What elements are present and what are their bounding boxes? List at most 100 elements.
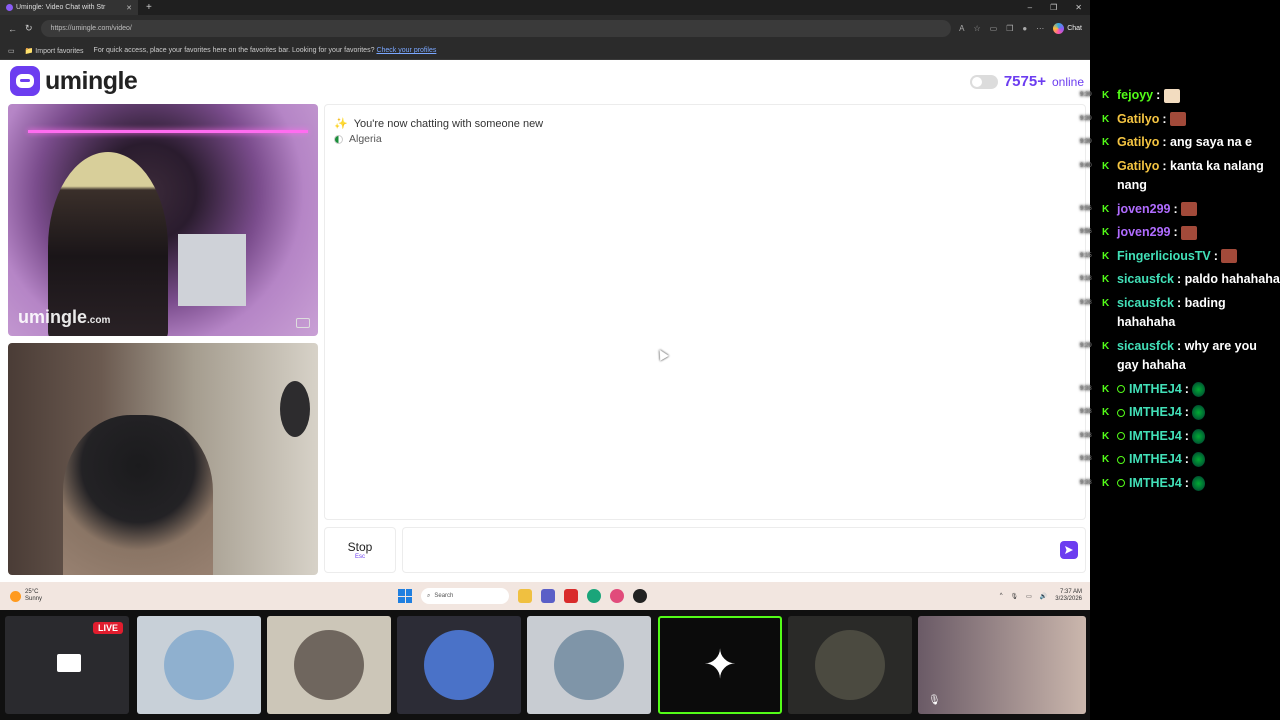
messenger-icon[interactable]	[610, 589, 624, 603]
participant-tile-7[interactable]	[788, 616, 912, 714]
screen: Umingle: Video Chat with Str ✕ + – ❐ ✕ ←…	[0, 0, 1280, 720]
self-figure	[63, 415, 213, 575]
edge-icon[interactable]	[587, 589, 601, 603]
url-text: https://umingle.com/video/	[50, 25, 132, 32]
participant-tile-5[interactable]	[527, 616, 651, 714]
volume-icon[interactable]: 🔊	[1040, 593, 1047, 600]
windows-taskbar: 25°C Sunny ⌕ Search ^ 🎙 ▭ 🔊 7:37 AM 3/23…	[0, 582, 1090, 610]
obs-icon[interactable]	[633, 589, 647, 603]
chat-message: 9:33 K IMTHEJ4:	[1080, 474, 1280, 494]
wps-office-icon[interactable]	[564, 589, 578, 603]
import-favorites-label: Import favorites	[35, 47, 84, 55]
clock[interactable]: 7:37 AM 3/23/2026	[1055, 589, 1082, 603]
mouse-cursor-icon	[655, 347, 669, 361]
url-field[interactable]: https://umingle.com/video/	[40, 20, 952, 37]
chat-timestamp: 9:18	[1080, 276, 1092, 282]
country-text: Algeria	[349, 133, 382, 145]
import-favorites-button[interactable]: 📁 Import favorites	[25, 47, 84, 55]
umingle-logo[interactable]: umingle	[10, 66, 138, 96]
chat-username[interactable]: joven299	[1117, 202, 1171, 216]
profile-icon[interactable]: ●	[1022, 24, 1027, 33]
restore-icon[interactable]: ❐	[1050, 3, 1057, 12]
window-controls: – ❐ ✕	[1028, 3, 1090, 12]
participant-tile-6[interactable]: ✦	[658, 616, 782, 714]
taskbar-apps: ⌕ Search	[398, 588, 647, 604]
read-aloud-icon[interactable]: A	[959, 24, 964, 33]
chat-username[interactable]: Gatilyo	[1117, 112, 1159, 126]
chat-username[interactable]: sicausfck	[1117, 339, 1174, 353]
chat-username[interactable]: IMTHEJ4	[1129, 405, 1182, 419]
favorite-star-icon[interactable]: ☆	[973, 24, 980, 33]
chat-message: 9:28 Ksicausfck: bading hahahaha	[1080, 294, 1280, 333]
tab-title: Umingle: Video Chat with Str	[16, 4, 106, 11]
teams-icon[interactable]	[541, 589, 555, 603]
kick-badge-icon: K	[1102, 113, 1110, 125]
windows-start-icon[interactable]	[398, 589, 412, 603]
chat-username[interactable]: IMTHEJ4	[1129, 476, 1182, 490]
emote-icon	[1170, 112, 1187, 127]
chat-timestamp: 9:15	[1080, 252, 1092, 259]
online-count: 7575+	[1003, 73, 1046, 90]
new-tab-button[interactable]: +	[146, 2, 152, 13]
chat-username[interactable]: sicausfck	[1117, 272, 1174, 286]
chat-username[interactable]: IMTHEJ4	[1129, 452, 1182, 466]
minimize-icon[interactable]: –	[1028, 3, 1032, 12]
theme-toggle[interactable]	[969, 74, 998, 89]
report-flag-icon[interactable]	[296, 318, 310, 328]
participant-tile-2[interactable]	[137, 616, 261, 714]
chat-body: fejoyy:	[1102, 86, 1280, 106]
chat-username[interactable]: Gatilyo	[1117, 159, 1159, 173]
weather-widget[interactable]: 25°C Sunny	[10, 589, 42, 603]
collections-icon[interactable]: ❒	[1006, 24, 1013, 33]
copilot-chat-button[interactable]: Chat	[1053, 23, 1082, 34]
neon-light	[28, 130, 308, 133]
watermark-main: umingle	[18, 307, 88, 327]
split-screen-icon[interactable]: ▭	[990, 24, 998, 33]
participant-tile-8[interactable]: 🎙	[918, 616, 1086, 714]
search-icon: ⌕	[427, 592, 431, 599]
participant-tile-4[interactable]	[397, 616, 521, 714]
participant-tile-3[interactable]	[267, 616, 391, 714]
sparkle-icon: ✨	[334, 118, 348, 130]
participant-tile-host[interactable]: LIVE	[5, 616, 129, 714]
chat-username[interactable]: joven299	[1117, 225, 1171, 239]
stop-button[interactable]: Stop Esc	[324, 527, 396, 573]
chat-timestamp: 9:39	[1080, 139, 1092, 145]
sidebar-toggle-icon[interactable]: ▭	[8, 47, 15, 55]
tab-umingle[interactable]: Umingle: Video Chat with Str ✕	[0, 0, 138, 15]
chat-body: joven299:	[1102, 200, 1280, 220]
refresh-icon[interactable]: ↻	[25, 23, 33, 34]
kick-badge-icon: K	[1102, 227, 1110, 238]
logo-text: umingle	[45, 66, 138, 95]
chat-timestamp: 9:33	[1080, 409, 1092, 415]
message-input[interactable]	[402, 527, 1086, 573]
send-button[interactable]	[1060, 541, 1078, 559]
participant-avatar	[294, 630, 364, 700]
chat-username[interactable]: IMTHEJ4	[1129, 429, 1182, 443]
check-profiles-link[interactable]: Check your profiles	[376, 47, 436, 54]
more-icon[interactable]: ⋯	[1036, 24, 1044, 33]
chat-username[interactable]: IMTHEJ4	[1129, 382, 1182, 396]
favorites-hint: For quick access, place your favorites h…	[93, 47, 375, 54]
back-icon[interactable]: ←	[8, 24, 17, 34]
file-explorer-icon[interactable]	[518, 589, 532, 603]
window-close-icon[interactable]: ✕	[1075, 3, 1082, 12]
chat-message: 9:39 Kfejoyy:	[1080, 86, 1280, 106]
chat-username[interactable]: FingerliciousTV	[1117, 249, 1211, 263]
tab-close-icon[interactable]: ✕	[126, 4, 132, 12]
search-placeholder: Search	[434, 593, 454, 599]
chat-username[interactable]: Gatilyo	[1117, 135, 1159, 149]
chat-body: IMTHEJ4:	[1102, 403, 1280, 423]
algeria-flag-icon	[334, 134, 343, 144]
network-icon[interactable]: ▭	[1026, 593, 1032, 600]
chat-message: 9:33 K IMTHEJ4:	[1080, 427, 1280, 447]
tab-bar: Umingle: Video Chat with Str ✕ + – ❐ ✕	[0, 0, 1090, 15]
chat-username[interactable]: fejoyy	[1117, 88, 1153, 102]
tray-chevron-icon[interactable]: ^	[1000, 593, 1003, 599]
chat-username[interactable]: sicausfck	[1117, 296, 1174, 310]
microphone-icon[interactable]: 🎙	[1011, 593, 1019, 600]
taskbar-search[interactable]: ⌕ Search	[421, 588, 509, 604]
kick-badge-icon: K	[1102, 203, 1110, 215]
participant-strip: LIVE ✦ 🎙	[0, 610, 1090, 720]
kick-badge-icon: K	[1102, 407, 1110, 418]
